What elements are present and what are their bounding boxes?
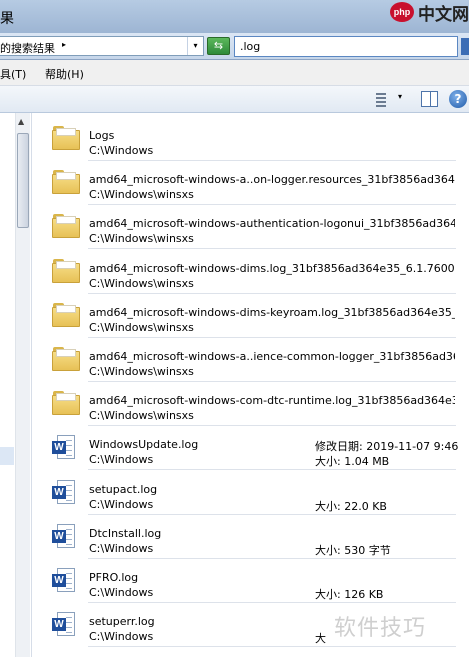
nav-scrollbar[interactable]: ▲ bbox=[15, 113, 30, 657]
address-dropdown-icon[interactable]: ▾ bbox=[187, 37, 203, 55]
row-divider bbox=[88, 646, 456, 648]
folder-icon bbox=[52, 126, 80, 150]
folder-icon bbox=[52, 302, 80, 327]
result-path: C:\Windows bbox=[89, 144, 154, 157]
word-document-icon: W bbox=[52, 612, 76, 638]
result-size: 大小: 126 KB bbox=[315, 588, 384, 601]
menu-bar: 具(T) 帮助(H) bbox=[0, 60, 469, 86]
result-item[interactable]: amd64_microsoft-windows-a..on-logger.res… bbox=[40, 161, 465, 206]
result-path: C:\Windows\winsxs bbox=[89, 320, 194, 334]
result-name: amd64_microsoft-windows-com-dtc-runtime.… bbox=[89, 394, 455, 408]
result-path: C:\Windows\winsxs bbox=[89, 276, 194, 290]
breadcrumb-arrow-icon[interactable]: ▸ bbox=[62, 40, 66, 49]
watermark-bottom-text: 软件技巧 bbox=[334, 616, 427, 641]
preview-pane-icon[interactable] bbox=[421, 91, 438, 107]
folder-icon bbox=[52, 347, 80, 371]
views-dropdown-icon[interactable]: ▾ bbox=[398, 92, 402, 101]
folder-icon bbox=[52, 258, 80, 283]
search-query: .log bbox=[240, 40, 261, 53]
result-item[interactable]: Wsetupact.log C:\Windows 大小: 22.0 KB bbox=[40, 471, 465, 515]
search-input[interactable]: .log bbox=[234, 36, 458, 57]
result-size: 大 bbox=[315, 632, 326, 646]
result-modified-date: 修改日期: 2019-11-07 9:46 bbox=[315, 440, 459, 454]
watermark-site-text: 中文网 bbox=[418, 5, 469, 25]
result-path: C:\Windows\winsxs bbox=[89, 232, 194, 246]
address-bar: 的搜索结果 ▸ ▾ ⇆ .log bbox=[0, 33, 469, 60]
result-item[interactable]: amd64_microsoft-windows-authentication-l… bbox=[40, 205, 465, 250]
views-icon[interactable] bbox=[371, 91, 387, 107]
result-item[interactable]: W DtcInstall.log C:\Windows 大小: 530 字节 bbox=[40, 515, 465, 559]
menu-help[interactable]: 帮助(H) bbox=[45, 66, 84, 82]
word-document-icon: W bbox=[52, 523, 76, 550]
search-button[interactable] bbox=[461, 38, 469, 55]
command-toolbar: ▾ ? bbox=[0, 86, 469, 113]
title-bar: 果 php 中文网 bbox=[0, 0, 469, 33]
result-item[interactable]: W PFRO.log C:\Windows 大小: 126 KB bbox=[40, 559, 465, 603]
word-document-icon: W bbox=[52, 479, 76, 506]
scrollbar-thumb[interactable] bbox=[17, 133, 29, 228]
result-name: Logs bbox=[89, 129, 115, 142]
result-size: 大小: 22.0 KB bbox=[315, 499, 387, 513]
search-results-list: Logs C:\Windows amd64_microsoft-windows-a.… bbox=[40, 113, 465, 657]
scroll-up-icon[interactable]: ▲ bbox=[18, 117, 24, 126]
result-path: C:\Windows\winsxs bbox=[89, 365, 194, 378]
address-field[interactable]: 的搜索结果 ▸ ▾ bbox=[0, 36, 204, 56]
result-size: 大小: 530 字节 bbox=[315, 543, 391, 557]
result-item[interactable]: amd64_microsoft-windows-dims.log_31bf385… bbox=[40, 250, 465, 294]
result-path: C:\Windows bbox=[89, 453, 154, 467]
result-path: C:\Windows bbox=[89, 541, 154, 555]
result-name: amd64_microsoft-windows-authentication-l… bbox=[89, 217, 455, 231]
address-text: 的搜索结果 bbox=[0, 42, 55, 55]
folder-icon bbox=[52, 170, 80, 195]
result-item[interactable]: Logs C:\Windows bbox=[40, 117, 465, 161]
menu-tools[interactable]: 具(T) bbox=[0, 66, 26, 82]
help-icon[interactable]: ? bbox=[449, 90, 467, 108]
result-name: amd64_microsoft-windows-a..on-logger.res… bbox=[89, 173, 455, 187]
result-name: amd64_microsoft-windows-dims.log_31bf385… bbox=[89, 261, 455, 275]
result-path: C:\Windows\winsxs bbox=[89, 409, 194, 423]
result-item[interactable]: W WindowsUpdate.log C:\Windows 修改日期: 2019-1… bbox=[40, 426, 465, 471]
window-title: 果 bbox=[0, 11, 14, 27]
nav-selected-item[interactable] bbox=[0, 447, 14, 465]
word-document-icon: W bbox=[52, 568, 76, 594]
result-name: amd64_microsoft-windows-dims-keyroam.log… bbox=[89, 305, 455, 319]
result-path: C:\Windows bbox=[89, 630, 154, 644]
result-path: C:\Windows bbox=[89, 497, 154, 511]
folder-icon bbox=[52, 214, 80, 239]
result-path: C:\Windows\winsxs bbox=[89, 188, 194, 202]
php-logo-badge: php bbox=[390, 2, 414, 22]
watermark-logo: php 中文网 bbox=[388, 0, 469, 28]
refresh-button[interactable]: ⇆ bbox=[207, 37, 230, 55]
result-item[interactable]: amd64_microsoft-windows-a..ience-common-… bbox=[40, 338, 465, 382]
result-path: C:\Windows bbox=[89, 586, 154, 599]
result-item[interactable]: amd64_microsoft-windows-dims-keyroam.log… bbox=[40, 294, 465, 338]
result-size: 大小: 1.04 MB bbox=[315, 455, 390, 469]
result-item[interactable]: amd64_microsoft-windows-com-dtc-runtime.… bbox=[40, 382, 465, 427]
result-name: amd64_microsoft-windows-a..ience-common-… bbox=[89, 350, 455, 363]
folder-icon bbox=[52, 391, 80, 416]
result-name: DtcInstall.log bbox=[89, 526, 162, 540]
result-name: setupact.log bbox=[89, 482, 158, 496]
word-document-icon: W bbox=[52, 435, 76, 461]
result-name: PFRO.log bbox=[89, 571, 139, 584]
